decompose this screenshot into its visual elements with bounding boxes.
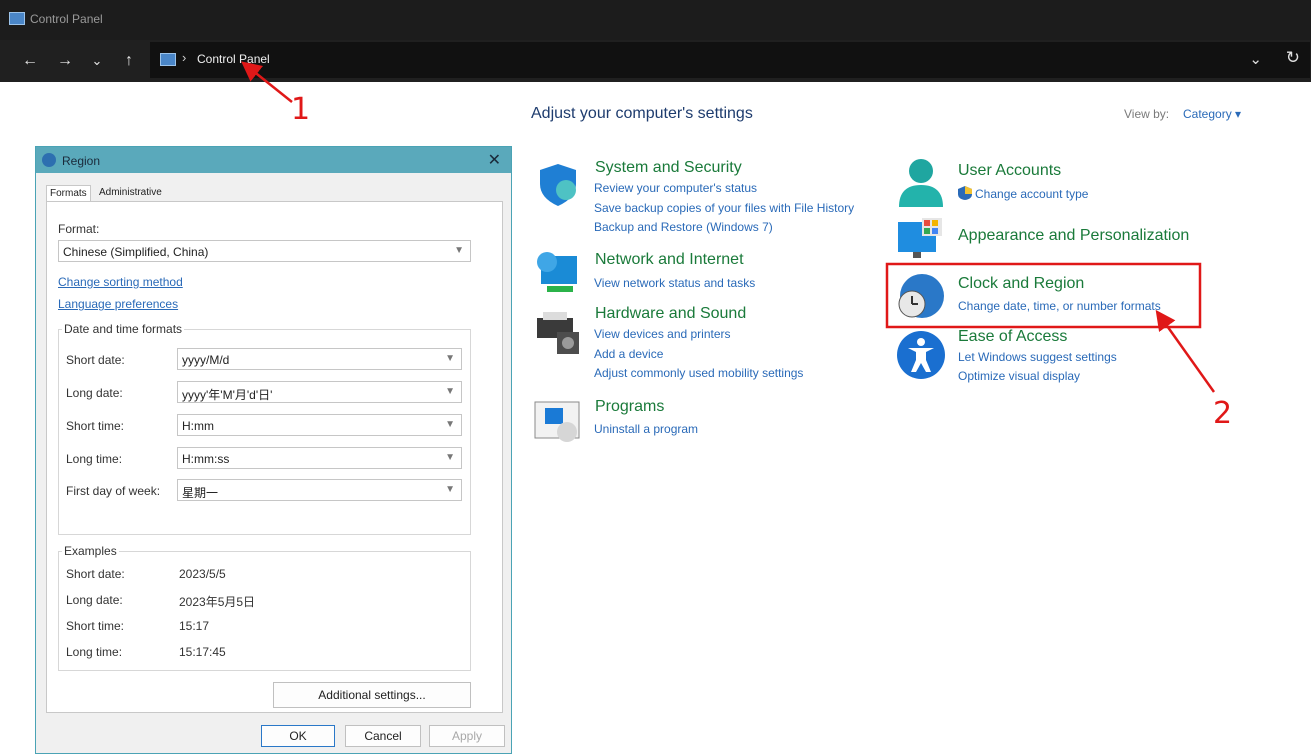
category-appearance-and-personalization[interactable]: Appearance and Personalization — [958, 227, 1189, 245]
category-user-accounts[interactable]: User Accounts — [958, 162, 1061, 180]
first-day-select[interactable]: 星期一 ▼ — [177, 479, 462, 501]
page-title: Adjust your computer's settings — [531, 105, 753, 122]
view-by-dropdown[interactable]: Category ▾ — [1183, 107, 1241, 121]
link-change-formats[interactable]: Change date, time, or number formats — [958, 299, 1161, 313]
short-time-value: H:mm — [182, 419, 214, 433]
first-day-label: First day of week: — [66, 484, 161, 498]
shield-icon — [540, 164, 576, 206]
link-add-device[interactable]: Add a device — [594, 347, 663, 361]
chevron-down-icon: ▼ — [454, 245, 464, 256]
examples-group-label: Examples — [62, 544, 119, 558]
link-backup-restore[interactable]: Backup and Restore (Windows 7) — [594, 220, 773, 234]
link-windows-suggest[interactable]: Let Windows suggest settings — [958, 350, 1117, 364]
tab-formats[interactable]: Formats — [46, 185, 91, 201]
annotation-number-2: 2 — [1213, 396, 1233, 431]
region-icon — [42, 153, 56, 167]
example-short-date-label: Short date: — [66, 567, 125, 581]
short-date-label: Short date: — [66, 353, 125, 367]
link-review-status[interactable]: Review your computer's status — [594, 181, 757, 195]
close-icon[interactable]: ✕ — [488, 150, 501, 170]
additional-settings-button[interactable]: Additional settings... — [273, 682, 471, 708]
programs-icon — [534, 401, 580, 442]
chevron-down-icon: ▼ — [445, 419, 455, 430]
chevron-down-icon: ▼ — [445, 386, 455, 397]
tab-administrative[interactable]: Administrative — [96, 185, 165, 201]
short-date-value: yyyy/M/d — [182, 353, 230, 367]
link-mobility-settings[interactable]: Adjust commonly used mobility settings — [594, 366, 803, 380]
long-time-select[interactable]: H:mm:ss ▼ — [177, 447, 462, 469]
apply-button[interactable]: Apply — [429, 725, 505, 747]
first-day-value: 星期一 — [182, 486, 219, 500]
network-globe-icon — [537, 252, 577, 292]
dialog-title-bar: Region ✕ — [36, 147, 511, 173]
category-programs[interactable]: Programs — [595, 398, 664, 416]
accessibility-icon — [897, 331, 945, 379]
printer-icon — [537, 312, 579, 354]
appearance-monitor-icon — [898, 218, 942, 258]
link-uninstall-program[interactable]: Uninstall a program — [594, 422, 698, 436]
example-short-date-value: 2023/5/5 — [179, 567, 226, 581]
chevron-down-icon: ▼ — [445, 452, 455, 463]
link-change-sorting[interactable]: Change sorting method — [58, 275, 183, 289]
example-short-time-label: Short time: — [66, 619, 125, 633]
link-language-preferences[interactable]: Language preferences — [58, 297, 178, 311]
long-date-label: Long date: — [66, 386, 123, 400]
chevron-down-icon: ▼ — [445, 484, 455, 495]
example-long-time-label: Long time: — [66, 645, 123, 659]
long-date-value: yyyy'年'M'月'd'日' — [182, 388, 273, 402]
category-clock-and-region[interactable]: Clock and Region — [958, 275, 1084, 293]
link-optimize-display[interactable]: Optimize visual display — [958, 369, 1080, 383]
cancel-button[interactable]: Cancel — [345, 725, 421, 747]
category-system-and-security[interactable]: System and Security — [595, 159, 742, 177]
category-ease-of-access[interactable]: Ease of Access — [958, 328, 1067, 346]
link-file-history[interactable]: Save backup copies of your files with Fi… — [594, 201, 854, 215]
format-select-value: Chinese (Simplified, China) — [63, 245, 209, 259]
formats-panel: Format: Chinese (Simplified, China) ▼ Ch… — [46, 201, 503, 713]
short-date-select[interactable]: yyyy/M/d ▼ — [177, 348, 462, 370]
example-long-date-label: Long date: — [66, 593, 123, 607]
category-hardware-and-sound[interactable]: Hardware and Sound — [595, 305, 746, 323]
short-time-label: Short time: — [66, 419, 125, 433]
uac-shield-icon — [958, 186, 972, 200]
chevron-down-icon: ▼ — [445, 353, 455, 364]
view-by-label: View by: — [1124, 107, 1170, 121]
link-change-account-type[interactable]: Change account type — [975, 187, 1088, 201]
long-time-label: Long time: — [66, 452, 123, 466]
example-long-date-value: 2023年5月5日 — [179, 595, 256, 609]
dialog-title: Region — [62, 154, 101, 168]
annotation-number-1: 1 — [291, 92, 311, 127]
date-time-group-label: Date and time formats — [62, 322, 185, 336]
category-network-and-internet[interactable]: Network and Internet — [595, 251, 744, 269]
ok-button[interactable]: OK — [261, 725, 335, 747]
clock-globe-icon — [898, 274, 944, 318]
long-time-value: H:mm:ss — [182, 452, 230, 466]
example-short-time-value: 15:17 — [179, 619, 210, 633]
format-label: Format: — [58, 222, 100, 236]
link-network-status[interactable]: View network status and tasks — [594, 276, 755, 290]
region-dialog: Region ✕ Formats Administrative Format: … — [35, 146, 512, 754]
long-date-select[interactable]: yyyy'年'M'月'd'日' ▼ — [177, 381, 462, 403]
user-accounts-icon — [899, 159, 943, 207]
example-long-time-value: 15:17:45 — [179, 645, 226, 659]
short-time-select[interactable]: H:mm ▼ — [177, 414, 462, 436]
format-select[interactable]: Chinese (Simplified, China) ▼ — [58, 240, 471, 262]
link-view-devices[interactable]: View devices and printers — [594, 327, 731, 341]
annotation-arrow-1 — [241, 61, 293, 103]
